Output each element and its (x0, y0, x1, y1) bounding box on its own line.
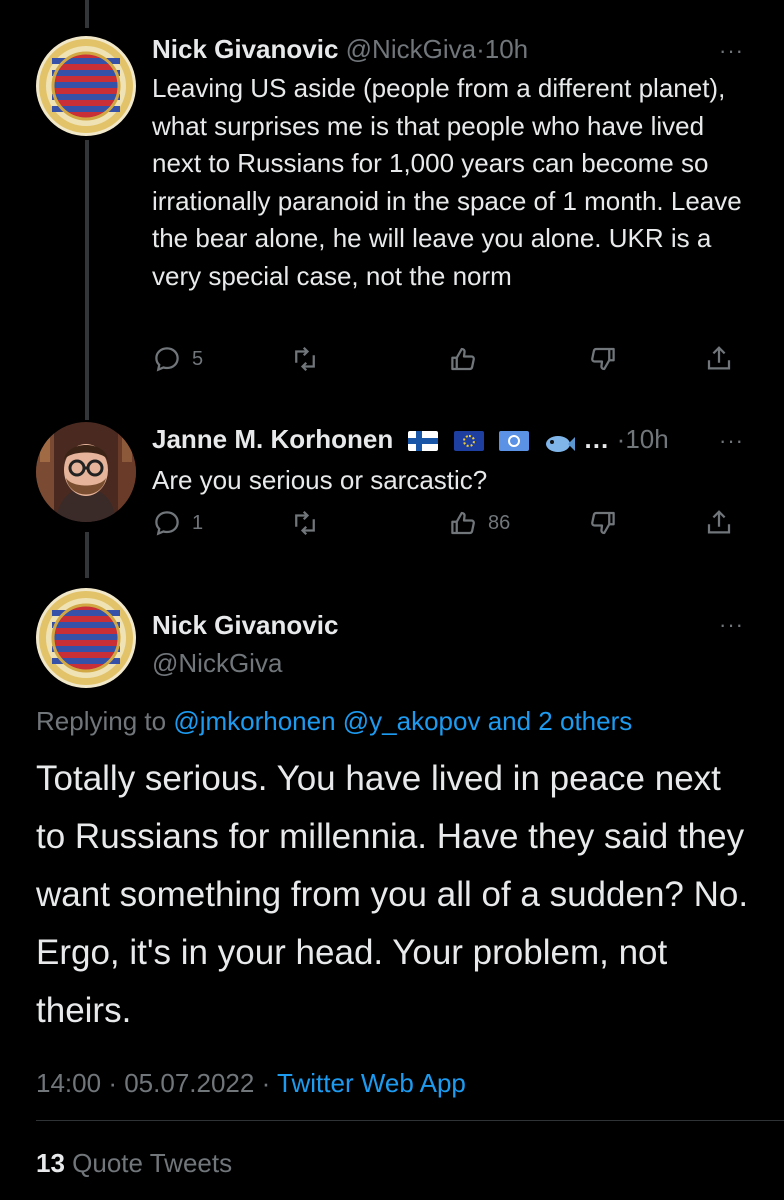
retweet-icon (295, 346, 315, 372)
reply-icon (155, 347, 179, 372)
tweet2-retweet-button[interactable] (290, 508, 320, 538)
tweet1-time[interactable]: 10h (485, 34, 528, 64)
thumbs-down-icon (591, 347, 615, 371)
tweet1-reply-count: 5 (192, 347, 204, 370)
quote-tweet-label: Quote Tweets (72, 1148, 233, 1178)
replying-to-users-link[interactable]: @jmkorhonen @y_akopov and 2 others (173, 706, 632, 736)
thumbs-up-icon (451, 347, 475, 371)
tweet1-dislike-button[interactable] (588, 344, 618, 374)
tweet1-reply-button[interactable]: 5 (152, 344, 203, 374)
tweet2-time[interactable]: 10h (625, 424, 668, 454)
main-tweet-source-link[interactable]: Twitter Web App (277, 1068, 466, 1098)
main-tweet-time[interactable]: 14:00 (36, 1068, 101, 1098)
main-tweet-dot-1: · (108, 1068, 117, 1098)
tweet2-text: Are you serious or sarcastic? (152, 465, 488, 495)
divider (36, 1120, 784, 1121)
tweet1-header: Nick Givanovic @NickGiva·10h (152, 34, 528, 65)
tweet2-header: Janne M. Korhonen … ·10h (152, 424, 669, 455)
person-photo-avatar-icon (36, 422, 136, 522)
tweet2-more-icon[interactable]: ··· (719, 428, 744, 454)
avatar-nick-givanovic[interactable] (36, 36, 136, 136)
avatar-nick-givanovic-main[interactable] (36, 588, 136, 688)
tweet2-name-ellipsis: … (583, 424, 610, 454)
tweet1-author-name[interactable]: Nick Givanovic (152, 34, 338, 64)
quote-tweets-link[interactable]: 13 Quote Tweets (36, 1148, 232, 1179)
tweet2-reply-button[interactable]: 1 (152, 508, 203, 538)
crest-avatar-icon (36, 36, 136, 136)
tweet2-author-name[interactable]: Janne M. Korhonen (152, 424, 393, 454)
tweet1-author-handle[interactable]: @NickGiva (346, 34, 476, 64)
main-tweet: Nick Givanovic @NickGiva ··· Replying to… (0, 580, 784, 1200)
tweet2-like-button[interactable]: 86 (448, 508, 510, 538)
main-tweet-date[interactable]: 05.07.2022 (124, 1068, 254, 1098)
retweet-icon (295, 510, 315, 536)
un-flag-icon (498, 431, 529, 452)
crest-avatar-icon (36, 588, 136, 688)
main-tweet-dot-2: · (261, 1068, 271, 1098)
tweet1-share-button[interactable] (704, 344, 734, 374)
eu-flag-icon (453, 431, 484, 452)
main-tweet-author-name[interactable]: Nick Givanovic (152, 610, 338, 641)
tweet2-actions: 1 86 (152, 508, 752, 548)
main-tweet-timestamp-line: 14:00 · 05.07.2022 · Twitter Web App (36, 1068, 466, 1099)
avatar-janne-korhonen[interactable] (36, 422, 136, 522)
tweet1-more-icon[interactable]: ··· (719, 38, 744, 64)
reply-tweet-2[interactable]: Janne M. Korhonen … ·10h ··· Are you ser… (0, 400, 784, 580)
fish-emoji-icon (544, 431, 576, 453)
tweet1-text: Leaving US aside (people from a differen… (152, 73, 742, 291)
tweet1-dot: · (476, 34, 485, 64)
replying-to-prefix: Replying to (36, 706, 167, 736)
quote-tweet-count: 13 (36, 1148, 65, 1178)
thumbs-up-icon (451, 511, 475, 535)
tweet1-like-button[interactable] (448, 344, 478, 374)
thumbs-down-icon (591, 511, 615, 535)
replying-to-line: Replying to @jmkorhonen @y_akopov and 2 … (36, 706, 632, 737)
main-tweet-more-icon[interactable]: ··· (719, 612, 744, 638)
share-icon (707, 346, 731, 370)
tweet2-reply-count: 1 (192, 511, 204, 534)
tweet2-like-count: 86 (488, 511, 511, 534)
tweet2-dislike-button[interactable] (588, 508, 618, 538)
tweet1-actions: 5 (152, 344, 752, 384)
finland-flag-icon (408, 431, 439, 452)
tweet2-share-button[interactable] (704, 508, 734, 538)
main-tweet-author-handle[interactable]: @NickGiva (152, 648, 282, 679)
tweet-thread-page: Nick Givanovic @NickGiva·10h ··· Leaving… (0, 0, 784, 1200)
tweet1-retweet-button[interactable] (290, 344, 320, 374)
share-icon (707, 510, 731, 534)
reply-icon (155, 511, 179, 536)
main-tweet-text: Totally serious. You have lived in peace… (36, 759, 749, 1030)
reply-tweet-1[interactable]: Nick Givanovic @NickGiva·10h ··· Leaving… (0, 0, 784, 400)
